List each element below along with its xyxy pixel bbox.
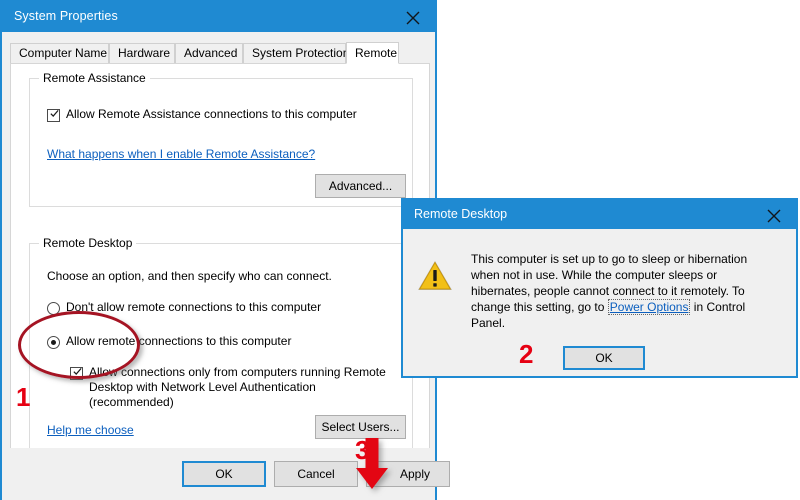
system-properties-body: Computer Name Hardware Advanced System P… — [2, 32, 450, 500]
apply-button[interactable]: Apply — [366, 461, 450, 487]
remote-desktop-group: Remote Desktop Choose an option, and the… — [29, 236, 413, 449]
tab-label: Hardware — [118, 46, 171, 60]
tab-computer-name[interactable]: Computer Name — [10, 43, 109, 63]
close-icon — [406, 11, 420, 25]
tab-strip: Computer Name Hardware Advanced System P… — [10, 42, 430, 64]
radio-label: Don't allow remote connections to this c… — [66, 300, 322, 314]
message-dialog-ok-button[interactable]: OK — [563, 346, 645, 370]
message-dialog-title: Remote Desktop — [414, 207, 508, 221]
apply-button-label: Apply — [399, 467, 431, 481]
close-icon — [767, 209, 781, 223]
radio-circle — [47, 302, 60, 315]
tab-label: System Protection — [252, 46, 350, 60]
advanced-button[interactable]: Advanced... — [315, 174, 406, 198]
warning-triangle-icon — [418, 261, 452, 290]
message-dialog-ok-label: OK — [595, 351, 613, 365]
advanced-button-label: Advanced... — [328, 179, 393, 193]
message-dialog-close-button[interactable] — [752, 200, 796, 230]
remote-desktop-message-dialog: Remote Desktop This computer is set up t… — [401, 198, 798, 378]
tab-label: Computer Name — [19, 46, 108, 60]
message-dialog-text: This computer is set up to go to sleep o… — [471, 251, 771, 331]
tab-system-protection[interactable]: System Protection — [243, 43, 350, 63]
checkbox-box — [70, 367, 83, 380]
remote-assistance-help-link[interactable]: What happens when I enable Remote Assist… — [47, 147, 315, 161]
checkmark-icon — [50, 109, 59, 117]
tab-hardware[interactable]: Hardware — [109, 43, 175, 63]
annotation-marker-1: 1 — [16, 382, 31, 412]
remote-desktop-group-label: Remote Desktop — [39, 236, 137, 250]
remote-assistance-group: Remote Assistance Allow Remote Assistanc… — [29, 71, 413, 207]
power-options-link[interactable]: Power Options — [607, 299, 691, 315]
radio-selected-dot — [51, 340, 56, 345]
tab-label: Advanced — [184, 46, 238, 60]
remote-tab-page: Remote Assistance Allow Remote Assistanc… — [10, 63, 430, 478]
cancel-button[interactable]: Cancel — [274, 461, 358, 487]
window-title: System Properties — [14, 9, 118, 23]
cancel-button-label: Cancel — [297, 467, 335, 481]
system-properties-titlebar: System Properties — [2, 2, 435, 32]
close-button[interactable] — [391, 2, 435, 32]
tab-advanced[interactable]: Advanced — [175, 43, 243, 63]
radio-label: Allow remote connections to this compute… — [66, 334, 292, 348]
dialog-command-bar: OK Cancel Apply — [2, 448, 450, 500]
checkbox-label: Allow Remote Assistance connections to t… — [66, 107, 357, 121]
message-dialog-body: This computer is set up to go to sleep o… — [403, 229, 796, 376]
system-properties-window: System Properties Computer Name Hardware… — [0, 0, 450, 500]
checkmark-icon — [73, 367, 82, 375]
checkbox-label: Allow connections only from computers ru… — [89, 365, 386, 409]
annotation-marker-3: 3 — [355, 435, 370, 465]
tab-remote[interactable]: Remote — [346, 42, 399, 64]
ok-button-label: OK — [215, 467, 233, 481]
annotation-marker-2: 2 — [519, 339, 534, 369]
tab-label: Remote — [355, 46, 398, 60]
remote-desktop-instruction: Choose an option, and then specify who c… — [47, 269, 332, 283]
ok-button[interactable]: OK — [182, 461, 266, 487]
checkbox-box — [47, 109, 60, 122]
help-me-choose-link[interactable]: Help me choose — [47, 423, 134, 437]
message-dialog-titlebar: Remote Desktop — [403, 200, 796, 229]
radio-circle — [47, 336, 60, 349]
remote-assistance-group-label: Remote Assistance — [39, 71, 150, 85]
